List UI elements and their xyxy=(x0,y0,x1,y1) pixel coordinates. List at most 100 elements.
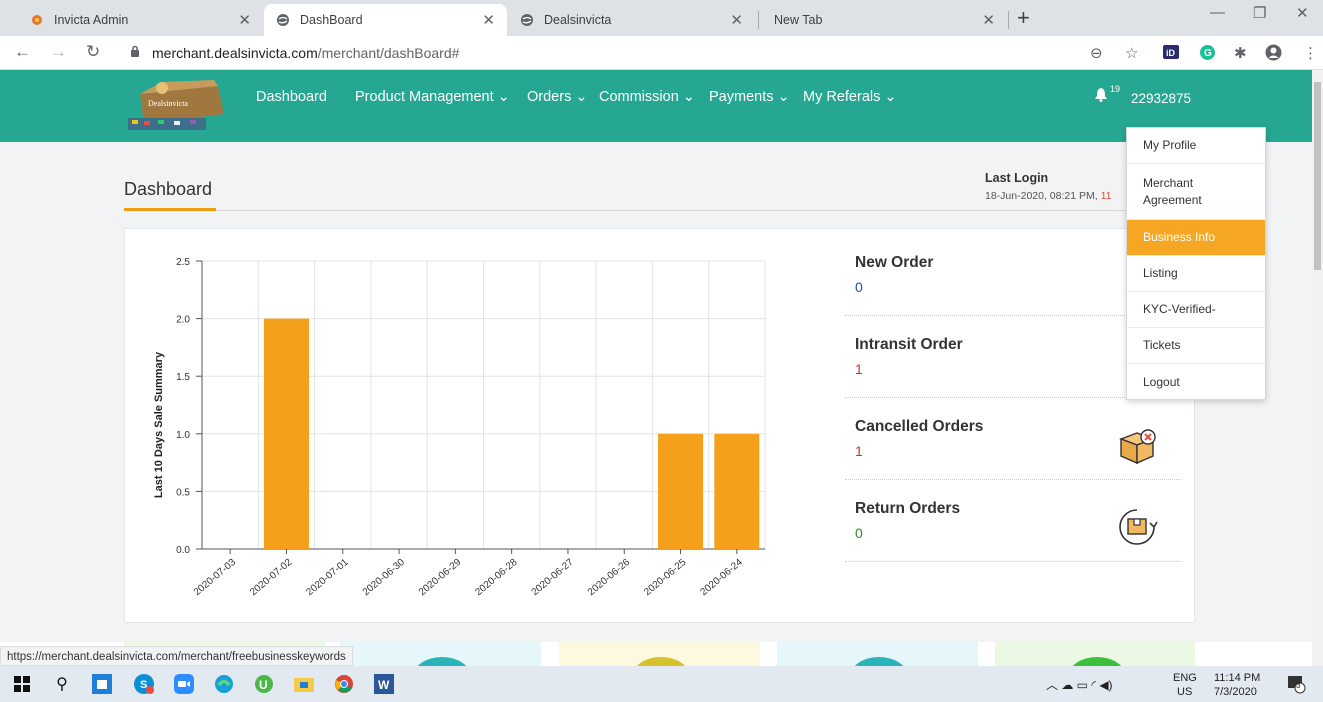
chart-x-tick-label: 2020-06-24 xyxy=(699,557,746,599)
file-explorer-icon[interactable] xyxy=(292,672,316,696)
tab-title: DashBoard xyxy=(300,13,363,27)
stat-tile[interactable] xyxy=(559,641,760,697)
page-scrollbar[interactable] xyxy=(1312,70,1323,666)
forward-icon[interactable]: → xyxy=(50,42,67,62)
language-bottom[interactable]: US xyxy=(1177,686,1192,698)
clock-date[interactable]: 7/3/2020 xyxy=(1214,686,1257,698)
edge-icon[interactable] xyxy=(212,672,236,696)
stat-tile[interactable] xyxy=(995,641,1195,697)
site-logo[interactable]: Dealsinvicta xyxy=(122,80,234,132)
notification-badge: 3 xyxy=(1296,681,1301,690)
language-top[interactable]: ENG xyxy=(1173,672,1197,684)
globe-icon xyxy=(276,13,290,27)
chart-x-tick-label: 2020-06-30 xyxy=(361,557,408,599)
search-icon[interactable]: ⚲ xyxy=(50,672,74,696)
nav-orders[interactable]: Orders ⌄ xyxy=(527,89,588,105)
chart-bar[interactable] xyxy=(714,433,760,549)
svg-text:G: G xyxy=(1204,48,1212,59)
url-path: /merchant/dashBoard# xyxy=(317,45,460,61)
nav-payments[interactable]: Payments ⌄ xyxy=(709,89,790,105)
chevron-down-icon: ⌄ xyxy=(575,89,588,105)
stat-tile[interactable] xyxy=(777,641,978,697)
chart-x-tick-label: 2020-07-02 xyxy=(248,557,295,599)
zoom-app-icon[interactable] xyxy=(172,672,196,696)
chevron-down-icon: ⌄ xyxy=(777,89,790,105)
nav-product-management[interactable]: Product Management ⌄ xyxy=(355,89,510,105)
chart-x-tick-label: 2020-06-29 xyxy=(417,557,464,599)
menu-item-my-profile[interactable]: My Profile xyxy=(1127,128,1265,164)
extension-id-icon[interactable]: iD xyxy=(1163,45,1179,63)
browser-tab[interactable]: Dealsinvicta ✕ xyxy=(508,4,755,36)
chart-bar[interactable] xyxy=(658,433,704,549)
chrome-icon[interactable] xyxy=(332,672,356,696)
url-text: merchant.dealsinvicta.com/merchant/dashB… xyxy=(152,45,459,61)
chart-y-tick-label: 0.0 xyxy=(176,545,190,556)
chart-y-tick-label: 1.0 xyxy=(176,430,190,441)
reload-icon[interactable]: ↻ xyxy=(86,42,100,62)
menu-item-tickets[interactable]: Tickets xyxy=(1127,328,1265,364)
nav-dashboard[interactable]: Dashboard xyxy=(256,89,327,105)
tab-close-icon[interactable]: ✕ xyxy=(982,11,995,29)
order-label: Cancelled Orders xyxy=(855,418,984,435)
grammarly-icon[interactable]: G xyxy=(1200,45,1215,64)
window-close-icon[interactable]: ✕ xyxy=(1296,4,1309,22)
minimize-icon[interactable]: — xyxy=(1210,4,1225,21)
zoom-icon[interactable]: ⊖ xyxy=(1090,44,1103,62)
notification-count: 19 xyxy=(1110,84,1121,94)
bell-icon[interactable] xyxy=(1094,87,1108,107)
menu-item-kyc-verified[interactable]: KYC-Verified- xyxy=(1127,292,1265,328)
user-menu-toggle[interactable]: 22932875 xyxy=(1131,91,1191,106)
order-stat-cancelled[interactable]: Cancelled Orders 1 xyxy=(845,398,1181,480)
status-bar-url: https://merchant.dealsinvicta.com/mercha… xyxy=(0,646,353,666)
tray-icons[interactable]: ︿ ☁ ▭ ◜ ◀) xyxy=(1046,676,1113,693)
menu-item-business-info[interactable]: Business Info xyxy=(1127,220,1265,256)
utorrent-icon[interactable]: U xyxy=(252,672,276,696)
chart-y-tick-label: 1.5 xyxy=(176,372,190,383)
nav-my-referals[interactable]: My Referals ⌄ xyxy=(803,89,897,105)
tab-title: Invicta Admin xyxy=(54,13,129,27)
skype-icon[interactable]: S xyxy=(132,672,156,696)
chart-y-axis-label: Last 10 Days Sale Summary xyxy=(153,351,165,498)
scrollbar-thumb[interactable] xyxy=(1314,82,1321,270)
restore-icon[interactable]: ❐ xyxy=(1253,4,1266,22)
last-login-extra: 11 xyxy=(1100,190,1112,202)
browser-toolbar: ← → ↻ merchant.dealsinvicta.com/merchant… xyxy=(0,36,1323,70)
store-icon[interactable] xyxy=(90,672,114,696)
order-label: Intransit Order xyxy=(855,336,963,353)
chart-bar[interactable] xyxy=(263,318,309,549)
browser-tab-active[interactable]: DashBoard ✕ xyxy=(264,4,507,36)
nav-label: Payments xyxy=(709,89,774,105)
browser-tab[interactable]: Invicta Admin ✕ xyxy=(18,4,263,36)
stat-tile[interactable] xyxy=(340,641,541,697)
tab-separator xyxy=(758,11,759,29)
order-value: 0 xyxy=(855,279,863,295)
chevron-down-icon: ⌄ xyxy=(884,89,897,105)
tab-close-icon[interactable]: ✕ xyxy=(482,11,495,29)
word-icon[interactable]: W xyxy=(372,672,396,696)
nav-commission[interactable]: Commission ⌄ xyxy=(599,89,695,105)
clock-time[interactable]: 11:14 PM xyxy=(1214,672,1260,684)
site-header: Dealsinvicta Dashboard Product Managemen… xyxy=(0,70,1312,142)
extensions-puzzle-icon[interactable]: ✱ xyxy=(1234,44,1247,62)
profile-icon[interactable] xyxy=(1265,44,1282,65)
menu-item-merchant-agreement[interactable]: Merchant Agreement xyxy=(1127,164,1265,220)
order-stat-return[interactable]: Return Orders 0 xyxy=(845,480,1181,562)
tab-close-icon[interactable]: ✕ xyxy=(238,11,251,29)
back-icon[interactable]: ← xyxy=(14,42,31,62)
url-host: merchant.dealsinvicta.com xyxy=(152,45,318,61)
browser-tab[interactable]: New Tab ✕ xyxy=(762,4,1007,36)
nav-label: Commission xyxy=(599,89,679,105)
address-bar[interactable]: merchant.dealsinvicta.com/merchant/dashB… xyxy=(118,39,1148,66)
new-tab-button[interactable]: + xyxy=(1017,5,1030,31)
title-underline xyxy=(124,208,216,211)
divider xyxy=(124,210,1180,211)
menu-item-listing[interactable]: Listing xyxy=(1127,256,1265,292)
page-title: Dashboard xyxy=(124,179,213,199)
tab-close-icon[interactable]: ✕ xyxy=(730,11,743,29)
menu-kebab-icon[interactable]: ⋮ xyxy=(1303,44,1318,62)
bookmark-star-icon[interactable]: ☆ xyxy=(1125,44,1138,62)
windows-start-icon[interactable] xyxy=(10,672,34,696)
last-login-value: 18-Jun-2020, 08:21 PM, 11 xyxy=(985,190,1111,202)
tab-separator xyxy=(1008,11,1009,29)
menu-item-logout[interactable]: Logout xyxy=(1127,364,1265,400)
